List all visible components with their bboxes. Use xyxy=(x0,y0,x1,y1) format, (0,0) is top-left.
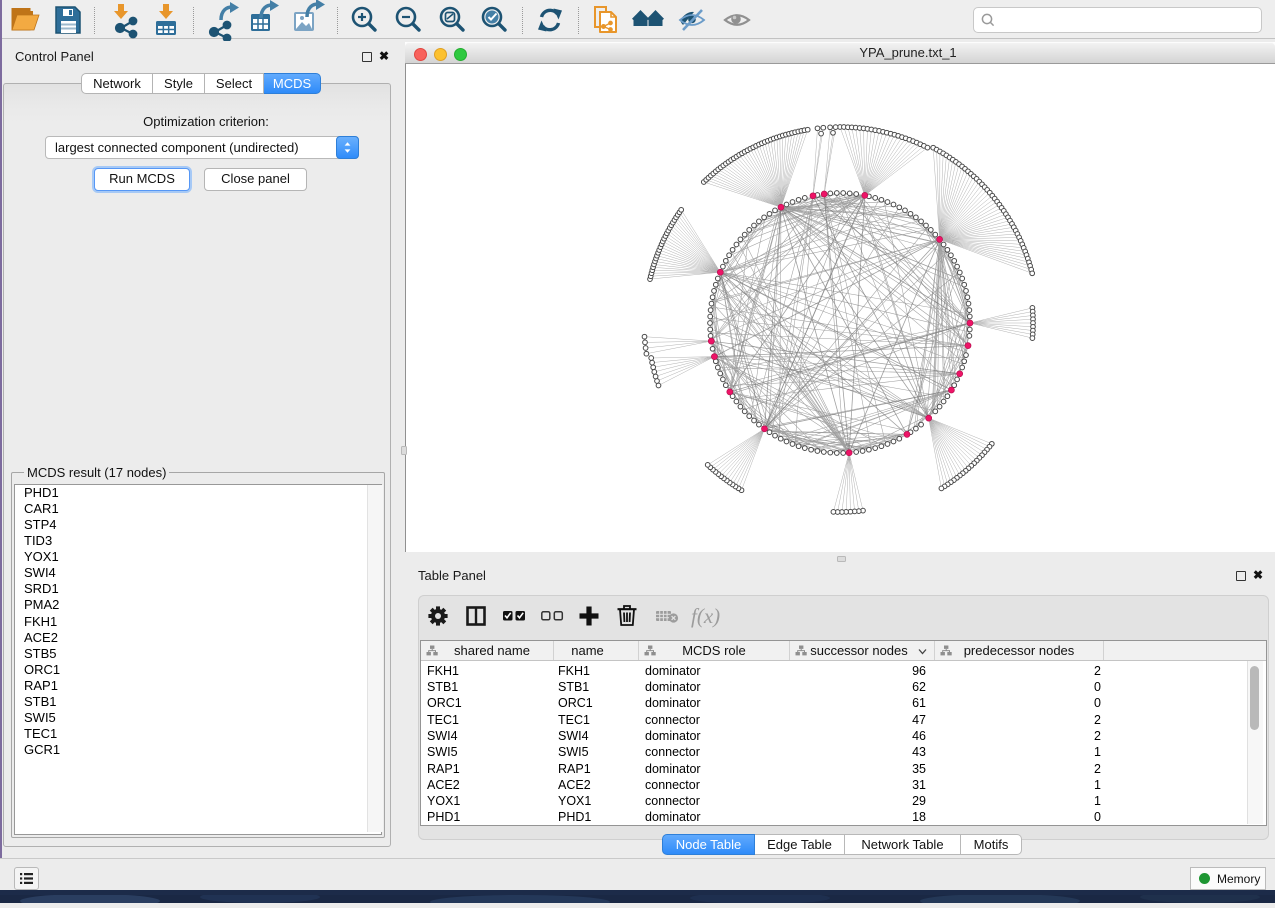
svg-text:f(x): f(x) xyxy=(691,604,720,628)
